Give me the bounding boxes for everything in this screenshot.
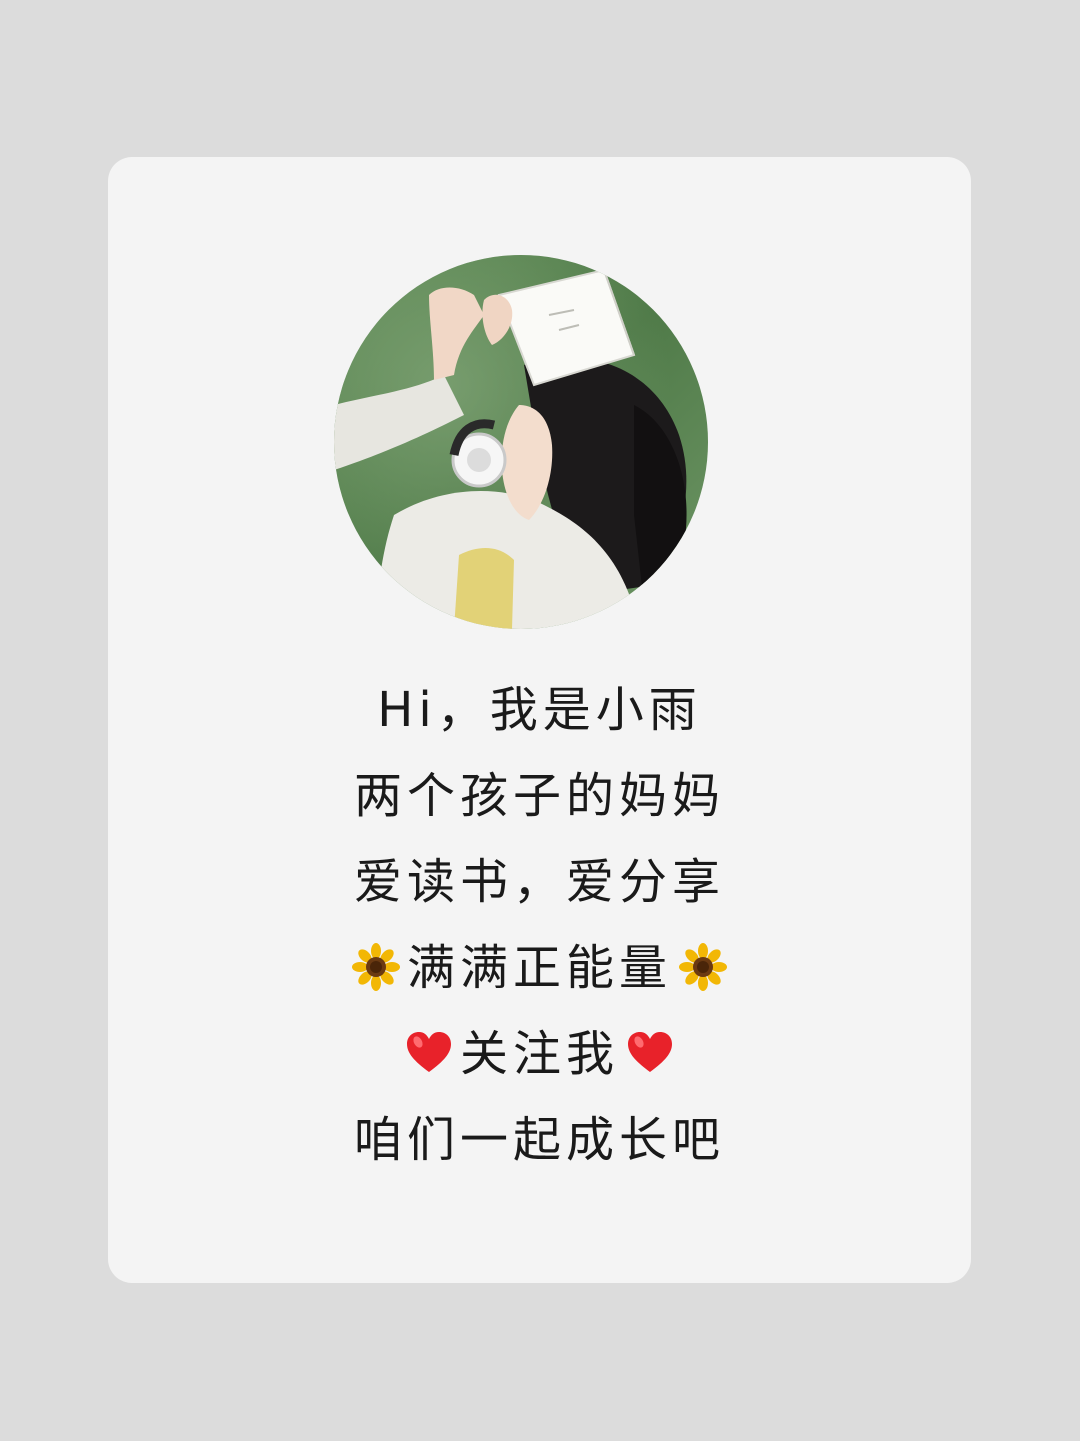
follow-text: 关注我	[459, 1026, 619, 1082]
follow-line: 关注我	[108, 1011, 971, 1097]
energy-text: 满满正能量	[406, 940, 672, 996]
sunflower-icon	[351, 942, 401, 992]
profile-card: Hi，我是小雨 两个孩子的妈妈 爱读书，爱分享 满满正能量 关注我 咱们一起成长…	[108, 157, 971, 1283]
energy-line: 满满正能量	[108, 925, 971, 1011]
avatar	[334, 255, 708, 629]
greeting-line: Hi，我是小雨	[377, 682, 702, 738]
intro-text: Hi，我是小雨 两个孩子的妈妈 爱读书，爱分享 满满正能量 关注我 咱们一起成长…	[108, 667, 971, 1183]
heart-icon	[625, 1028, 675, 1078]
closing-line: 咱们一起成长吧	[353, 1112, 725, 1168]
hobbies-line: 爱读书，爱分享	[353, 854, 725, 910]
role-line: 两个孩子的妈妈	[353, 768, 725, 824]
avatar-photo	[334, 255, 708, 629]
sunflower-icon	[678, 942, 728, 992]
heart-icon	[404, 1028, 454, 1078]
